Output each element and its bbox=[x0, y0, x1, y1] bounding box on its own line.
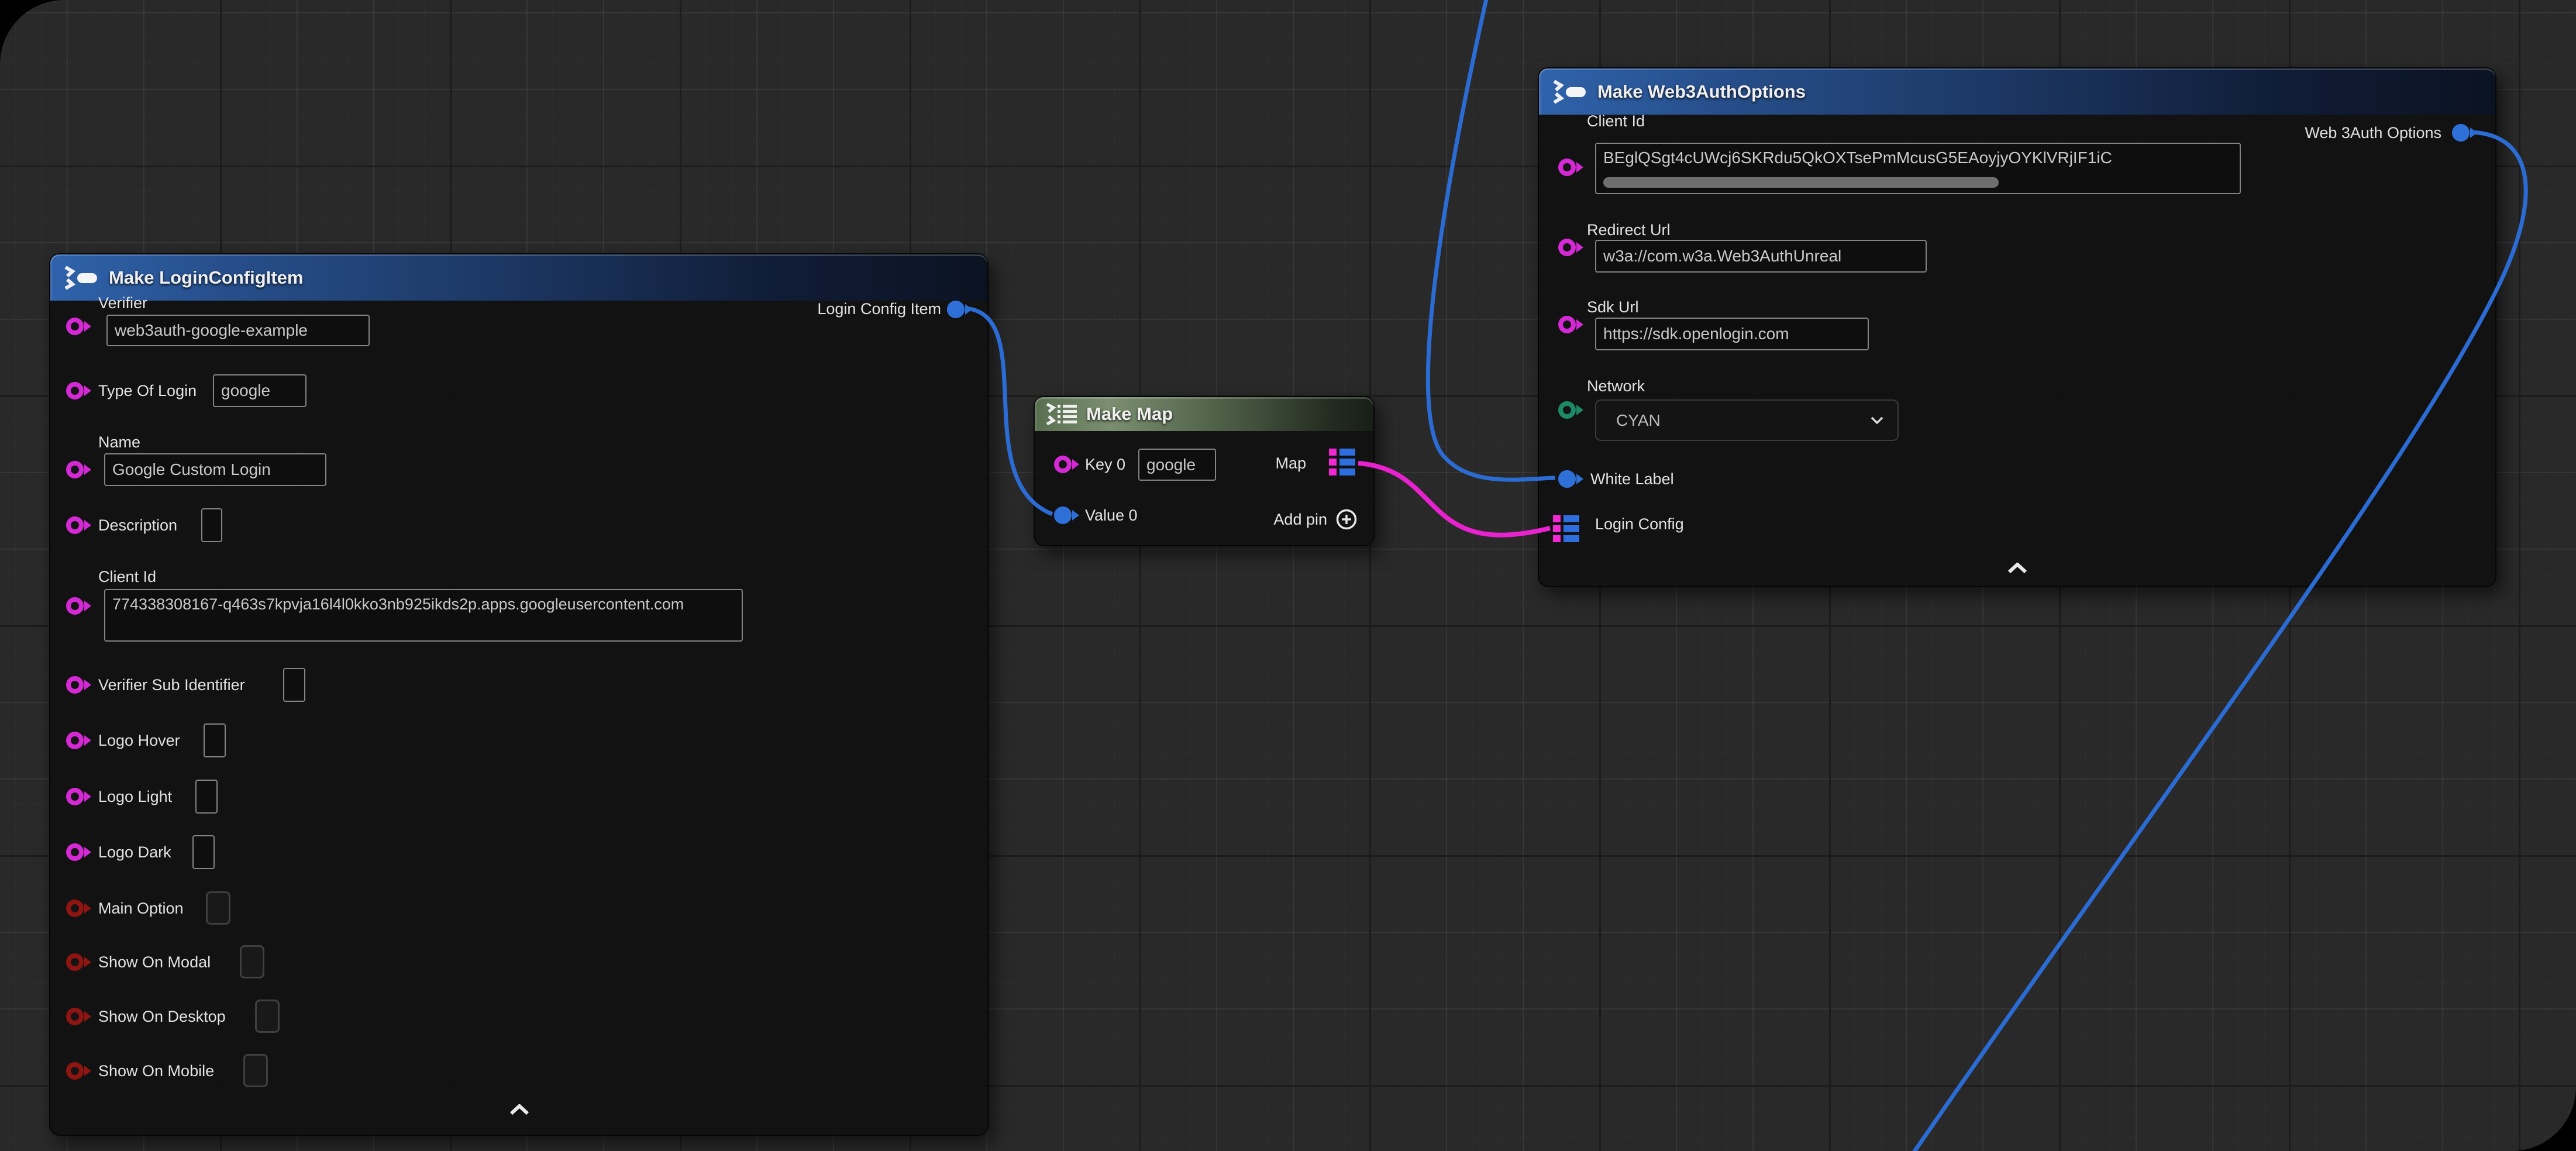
logo-dark-input[interactable] bbox=[192, 835, 215, 869]
sdk-url-input[interactable]: https://sdk.openlogin.com bbox=[1595, 318, 1869, 350]
pin-label-name: Name bbox=[98, 432, 140, 452]
verifier-input[interactable]: web3auth-google-example bbox=[106, 315, 370, 346]
input-pin-description[interactable] bbox=[66, 516, 84, 534]
input-pin-type-of-login[interactable] bbox=[66, 382, 84, 399]
make-map-icon bbox=[1045, 402, 1078, 426]
logo-light-input[interactable] bbox=[195, 780, 218, 814]
pin-label-show-on-desktop: Show On Desktop bbox=[98, 1007, 226, 1026]
description-input[interactable] bbox=[201, 508, 222, 542]
pin-label-type-of-login: Type Of Login bbox=[98, 381, 197, 401]
pin-label-sdk-url: Sdk Url bbox=[1587, 297, 1639, 317]
pin-label-network: Network bbox=[1587, 376, 1645, 396]
pin-label-white-label: White Label bbox=[1590, 469, 1674, 489]
blueprint-editor: Make LoginConfigItem Login Config Item V… bbox=[0, 0, 2576, 1151]
pin-label-redirect-url: Redirect Url bbox=[1587, 220, 1671, 240]
client-id-input[interactable]: BEglQSgt4cUWcj6SKRdu5QkOXTsePmMcusG5EAoy… bbox=[1595, 143, 2241, 194]
collapse-node-chevron-icon[interactable] bbox=[2007, 563, 2027, 574]
pin-label-description: Description bbox=[98, 515, 177, 535]
pin-label-value0: Value 0 bbox=[1085, 505, 1138, 525]
input-pin-name[interactable] bbox=[66, 461, 84, 478]
input-pin-client-id[interactable] bbox=[66, 597, 84, 615]
make-struct-icon bbox=[63, 265, 99, 291]
collapse-node-chevron-icon[interactable] bbox=[509, 1104, 529, 1116]
node-make-map[interactable]: Make Map Key 0 google Map Value 0 Add pi… bbox=[1034, 396, 1375, 546]
pin-label-client-id: Client Id bbox=[1587, 111, 1645, 131]
input-pin-show-on-mobile[interactable] bbox=[66, 1062, 84, 1080]
node-header[interactable]: Make LoginConfigItem bbox=[50, 254, 987, 301]
network-dropdown[interactable]: CYAN bbox=[1595, 399, 1899, 441]
input-pin-verifier[interactable] bbox=[66, 318, 84, 335]
input-pin-verifier-sub-identifier[interactable] bbox=[66, 676, 84, 694]
node-make-login-config-item[interactable]: Make LoginConfigItem Login Config Item V… bbox=[49, 253, 989, 1136]
node-title: Make Map bbox=[1086, 404, 1173, 425]
name-input[interactable]: Google Custom Login bbox=[104, 453, 326, 486]
pin-label-login-config-item: Login Config Item bbox=[817, 299, 941, 319]
input-pin-show-on-desktop[interactable] bbox=[66, 1008, 84, 1025]
type-of-login-input[interactable]: google bbox=[213, 374, 306, 407]
client-id-scrollbar[interactable] bbox=[1603, 177, 1999, 188]
pin-label-client-id: Client Id bbox=[98, 567, 156, 587]
input-pin-key0[interactable] bbox=[1054, 456, 1072, 473]
output-pin-web3auth-options[interactable] bbox=[2452, 124, 2470, 142]
pin-label-show-on-modal: Show On Modal bbox=[98, 952, 211, 972]
client-id-input[interactable]: 774338308167-q463s7kpvja16l4l0kko3nb925i… bbox=[104, 589, 743, 642]
show-on-mobile-checkbox[interactable] bbox=[243, 1054, 268, 1087]
pin-label-logo-light: Logo Light bbox=[98, 787, 172, 807]
make-struct-icon bbox=[1552, 79, 1588, 105]
input-pin-logo-light[interactable] bbox=[66, 788, 84, 805]
node-make-web3auth-options[interactable]: Make Web3AuthOptions Web 3Auth Options C… bbox=[1538, 67, 2496, 587]
pin-label-logo-hover: Logo Hover bbox=[98, 730, 180, 750]
logo-hover-input[interactable] bbox=[204, 723, 226, 757]
node-header[interactable]: Make Web3AuthOptions bbox=[1539, 68, 2495, 115]
input-pin-network[interactable] bbox=[1558, 401, 1576, 419]
redirect-url-input[interactable]: w3a://com.w3a.Web3AuthUnreal bbox=[1595, 240, 1927, 273]
main-option-checkbox[interactable] bbox=[206, 891, 230, 925]
chevron-down-icon bbox=[1871, 416, 1883, 425]
key0-input[interactable]: google bbox=[1138, 449, 1216, 481]
input-pin-logo-dark[interactable] bbox=[66, 843, 84, 861]
verifier-sub-identifier-input[interactable] bbox=[283, 668, 305, 702]
pin-label-key0: Key 0 bbox=[1085, 454, 1125, 474]
pin-label-verifier-sub-identifier: Verifier Sub Identifier bbox=[98, 675, 245, 695]
node-title: Make Web3AuthOptions bbox=[1597, 81, 1806, 102]
node-header[interactable]: Make Map bbox=[1035, 397, 1373, 431]
input-pin-value0[interactable] bbox=[1054, 506, 1072, 524]
input-pin-white-label[interactable] bbox=[1558, 470, 1576, 488]
pin-label-logo-dark: Logo Dark bbox=[98, 842, 171, 862]
pin-label-main-option: Main Option bbox=[98, 898, 184, 918]
input-pin-login-config[interactable] bbox=[1553, 515, 1579, 542]
input-pin-show-on-modal[interactable] bbox=[66, 953, 84, 971]
show-on-modal-checkbox[interactable] bbox=[240, 945, 264, 978]
output-pin-login-config-item[interactable] bbox=[947, 301, 965, 318]
add-pin-button[interactable]: Add pin bbox=[1273, 508, 1358, 530]
input-pin-redirect-url[interactable] bbox=[1558, 239, 1576, 256]
pin-label-show-on-mobile: Show On Mobile bbox=[98, 1061, 214, 1081]
node-title: Make LoginConfigItem bbox=[109, 267, 303, 288]
input-pin-logo-hover[interactable] bbox=[66, 732, 84, 749]
input-pin-sdk-url[interactable] bbox=[1558, 316, 1576, 333]
show-on-desktop-checkbox[interactable] bbox=[255, 1000, 280, 1033]
network-selected-value: CYAN bbox=[1616, 411, 1661, 430]
pin-label-verifier: Verifier bbox=[98, 293, 147, 313]
pin-label-map: Map bbox=[1275, 453, 1306, 473]
add-pin-label: Add pin bbox=[1273, 511, 1327, 529]
pin-label-login-config: Login Config bbox=[1595, 514, 1684, 534]
pin-label-web3auth-options: Web 3Auth Options bbox=[2305, 123, 2441, 143]
input-pin-client-id[interactable] bbox=[1558, 158, 1576, 176]
output-pin-map[interactable] bbox=[1329, 449, 1355, 475]
input-pin-main-option[interactable] bbox=[66, 900, 84, 917]
add-pin-plus-icon bbox=[1335, 508, 1358, 530]
